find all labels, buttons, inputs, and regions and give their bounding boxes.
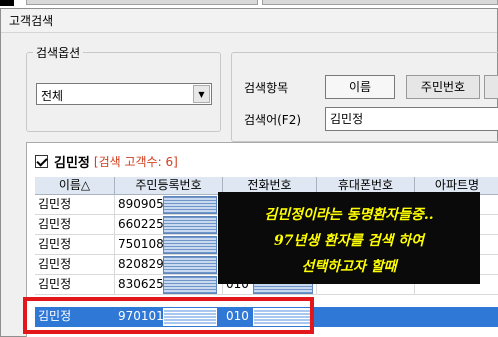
field-name-button[interactable]: 이름 [325,75,395,99]
search-field-label: 검색항목 [244,81,289,95]
annotation-line: 선택하고자 할때 [301,259,397,275]
masked-rrn-block [163,276,217,294]
cell-name: 김민정 [35,215,115,235]
field-more-button[interactable] [484,75,498,99]
background-window-tab [262,0,498,5]
chevron-down-icon[interactable]: ▼ [193,85,210,103]
cell-name: 김민정 [35,255,115,275]
window-title: 고객검색 [1,9,497,33]
annotation-callout: 김민정이라는 동명환자들중.. 97년생 환자를 검색 하여 선택하고자 할때 [218,192,480,284]
masked-rrn-block [163,236,217,254]
background-window-corner [0,0,14,6]
search-scope-select[interactable]: 전체 ▼ [36,83,212,105]
cell-mobile [317,307,415,327]
cell-name: 김민정 [35,235,115,255]
search-criteria-panel: 검색항목 이름 주민번호 검색어(F2) 김민정 [231,52,498,142]
results-customer-name: 김민정 [54,155,90,171]
column-header-name[interactable]: 이름△ [35,177,115,195]
customer-search-window: 고객검색 검색옵션 전체 ▼ 검색항목 이름 주민번호 검색어(F2) 김민정 … [0,8,498,337]
background-window-strip [0,0,498,8]
annotation-line: 97년생 환자를 검색 하여 [273,233,425,249]
masked-rrn-block [163,216,217,234]
cell-name: 김민정 [35,275,115,295]
results-header: 김민정 [검색 고객수: 6] [35,151,178,171]
cell-name: 김민정 [35,195,115,215]
search-query-input[interactable]: 김민정 [325,107,498,131]
field-rrn-button[interactable]: 주민번호 [406,75,480,99]
search-options-group: 검색옵션 전체 ▼ [26,44,221,132]
search-scope-value: 전체 [41,89,64,103]
annotation-line: 김민정이라는 동명환자들중.. [264,207,434,223]
selection-highlight-box [23,297,314,334]
search-options-legend: 검색옵션 [33,44,84,61]
masked-rrn-block [163,256,217,274]
search-query-label: 검색어(F2) [244,113,302,127]
results-count: [검색 고객수: 6] [93,154,178,169]
cell-apartment [415,307,498,327]
background-window-tab [26,0,258,5]
column-header-rrn[interactable]: 주민등록번호 [115,177,223,195]
results-checkbox[interactable] [35,154,48,168]
masked-rrn-block [163,196,217,214]
